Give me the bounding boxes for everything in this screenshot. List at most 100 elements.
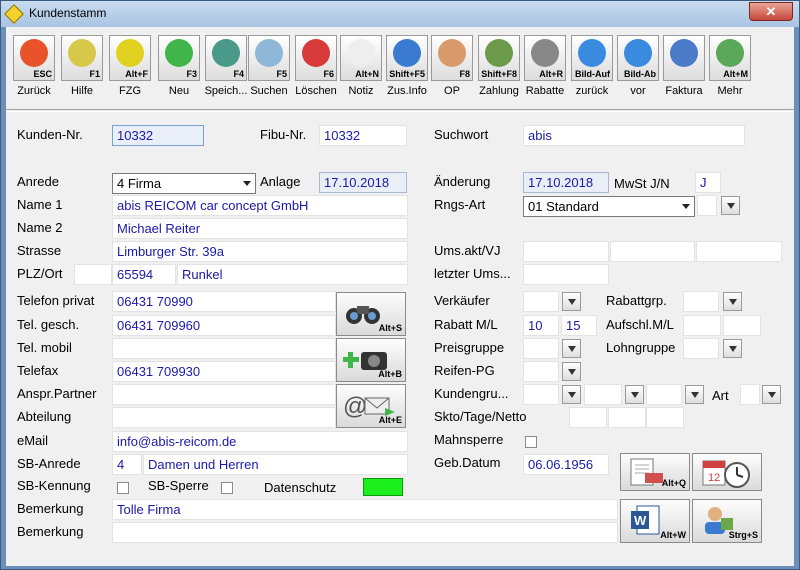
telprivat-field[interactable]: 06431 70990 (112, 291, 336, 312)
toolbar-button-face[interactable]: F1 (61, 35, 103, 81)
toolbar-button-face[interactable]: Alt+F (109, 35, 151, 81)
aufschl-m-field[interactable] (683, 315, 721, 336)
toolbar-button-face[interactable]: F4 (205, 35, 247, 81)
phone-search-button[interactable]: Alt+S (336, 292, 406, 336)
kundengruppe3-field[interactable] (646, 384, 682, 405)
toolbar-button-face[interactable]: F6 (295, 35, 337, 81)
letzterums-field[interactable] (523, 264, 609, 285)
ums-extra-field[interactable] (696, 241, 782, 262)
close-button[interactable]: ✕ (749, 2, 793, 21)
name2-field[interactable]: Michael Reiter (112, 218, 408, 239)
kundengruppe2-field[interactable] (584, 384, 622, 405)
kundengruppe3-dropdown-button[interactable] (685, 385, 704, 404)
toolbar-button-face[interactable]: Bild-Auf (571, 35, 613, 81)
toolbar-button-7[interactable]: Alt+N Notiz (338, 35, 384, 97)
word-export-button[interactable]: W Alt+W (620, 499, 690, 543)
umsakt-field[interactable] (523, 241, 609, 262)
toolbar-button-10[interactable]: Shift+F8 Zahlung (476, 35, 522, 97)
gebdatum-field[interactable]: 06.06.1956 (523, 454, 609, 475)
strasse-field[interactable]: Limburger Str. 39a (112, 241, 408, 262)
send-mail-button[interactable]: @ Alt+E (336, 384, 406, 428)
aenderung-field[interactable]: 17.10.2018 (523, 172, 609, 193)
toolbar-button-face[interactable]: Alt+M (709, 35, 751, 81)
toolbar-button-9[interactable]: F8 OP (429, 35, 475, 97)
calendar-button[interactable]: 12 (692, 453, 762, 491)
sbkennung-checkbox[interactable] (117, 482, 129, 494)
verkaeufer-field[interactable] (523, 291, 559, 312)
toolbar-button-face[interactable]: ESC (13, 35, 55, 81)
toolbar-button-14[interactable]: Faktura (661, 35, 707, 97)
art-field[interactable] (740, 384, 760, 405)
telgesch-field[interactable]: 06431 709960 (112, 315, 336, 336)
umsvj-field[interactable] (610, 241, 695, 262)
rngsart-dropdown-button[interactable] (721, 196, 740, 215)
preisgruppe-field[interactable] (523, 338, 559, 359)
toolbar-button-12[interactable]: Bild-Auf zurück (569, 35, 615, 97)
mwst-field[interactable]: J (695, 172, 721, 193)
email-field[interactable]: info@abis-reicom.de (112, 431, 408, 452)
ort-field[interactable]: Runkel (177, 264, 408, 285)
rngsart-extra-field[interactable] (697, 195, 717, 216)
toolbar-button-face[interactable]: Alt+N (340, 35, 382, 81)
abteilung-field[interactable] (112, 407, 336, 428)
toolbar-button-4[interactable]: F4 Speich... (203, 35, 249, 97)
toolbar-button-2[interactable]: Alt+F FZG (107, 35, 153, 97)
toolbar-button-6[interactable]: F6 Löschen (293, 35, 339, 97)
telefax-field[interactable]: 06431 709930 (112, 361, 336, 382)
art-dropdown-button[interactable] (762, 385, 781, 404)
plz-field[interactable]: 65594 (112, 264, 176, 285)
mahnsperre-checkbox[interactable] (525, 436, 537, 448)
anrede-select[interactable]: 4 Firma (112, 173, 256, 194)
rabattgrp-dropdown-button[interactable] (723, 292, 742, 311)
toolbar-button-face[interactable]: Shift+F5 (386, 35, 428, 81)
tage-field[interactable] (608, 407, 646, 428)
fibunr-field[interactable]: 10332 (319, 125, 407, 146)
preisgruppe-dropdown-button[interactable] (562, 339, 581, 358)
user-button[interactable]: Strg+S (692, 499, 762, 543)
kundengruppe2-dropdown-button[interactable] (625, 385, 644, 404)
lohngruppe-dropdown-button[interactable] (723, 339, 742, 358)
kundengruppe1-dropdown-button[interactable] (562, 385, 581, 404)
toolbar-button-13[interactable]: Bild-Ab vor (615, 35, 661, 97)
rngsart-select[interactable]: 01 Standard (523, 196, 695, 217)
toolbar-button-face[interactable]: Bild-Ab (617, 35, 659, 81)
rabattgrp-field[interactable] (683, 291, 719, 312)
toolbar-button-face[interactable] (663, 35, 705, 81)
netto-field[interactable] (646, 407, 684, 428)
land-field[interactable] (74, 264, 112, 285)
bemerkung2-field[interactable] (112, 522, 618, 543)
sbanrede-text-field[interactable]: Damen und Herren (143, 454, 408, 475)
reifenpg-dropdown-button[interactable] (562, 362, 581, 381)
aufschl-l-field[interactable] (723, 315, 761, 336)
sbsperre-checkbox[interactable] (221, 482, 233, 494)
anspr-field[interactable] (112, 384, 336, 405)
toolbar-button-11[interactable]: Alt+R Rabatte (522, 35, 568, 97)
toolbar-button-3[interactable]: F3 Neu (156, 35, 202, 97)
skonto-field[interactable] (569, 407, 607, 428)
toolbar-button-1[interactable]: F1 Hilfe (59, 35, 105, 97)
suchwort-field[interactable]: abis (523, 125, 745, 146)
rabatt-m-field[interactable]: 10 (523, 315, 559, 336)
kundengruppe1-field[interactable] (523, 384, 559, 405)
lohngruppe-field[interactable] (683, 338, 719, 359)
kundennr-field[interactable]: 10332 (112, 125, 204, 146)
bemerkung1-field[interactable]: Tolle Firma (112, 499, 618, 520)
toolbar-button-face[interactable]: F3 (158, 35, 200, 81)
name1-field[interactable]: abis REICOM car concept GmbH (112, 195, 408, 216)
telmobil-field[interactable] (112, 338, 336, 359)
toolbar-button-face[interactable]: Alt+R (524, 35, 566, 81)
anlage-field[interactable]: 17.10.2018 (319, 172, 407, 193)
rabatt-l-field[interactable]: 15 (561, 315, 597, 336)
datenschutz-indicator[interactable] (363, 478, 403, 496)
toolbar-button-0[interactable]: ESC Zurück (11, 35, 57, 97)
reifenpg-field[interactable] (523, 361, 559, 382)
toolbar-button-5[interactable]: F5 Suchen (246, 35, 292, 97)
toolbar-button-face[interactable]: F5 (248, 35, 290, 81)
toolbar-button-face[interactable]: Shift+F8 (478, 35, 520, 81)
toolbar-button-8[interactable]: Shift+F5 Zus.Info (384, 35, 430, 97)
sbanrede-nr-field[interactable]: 4 (112, 454, 142, 475)
print-button[interactable]: Alt+Q (620, 453, 690, 491)
verkaeufer-dropdown-button[interactable] (562, 292, 581, 311)
toolbar-button-face[interactable]: F8 (431, 35, 473, 81)
toolbar-button-15[interactable]: Alt+M Mehr (707, 35, 753, 97)
